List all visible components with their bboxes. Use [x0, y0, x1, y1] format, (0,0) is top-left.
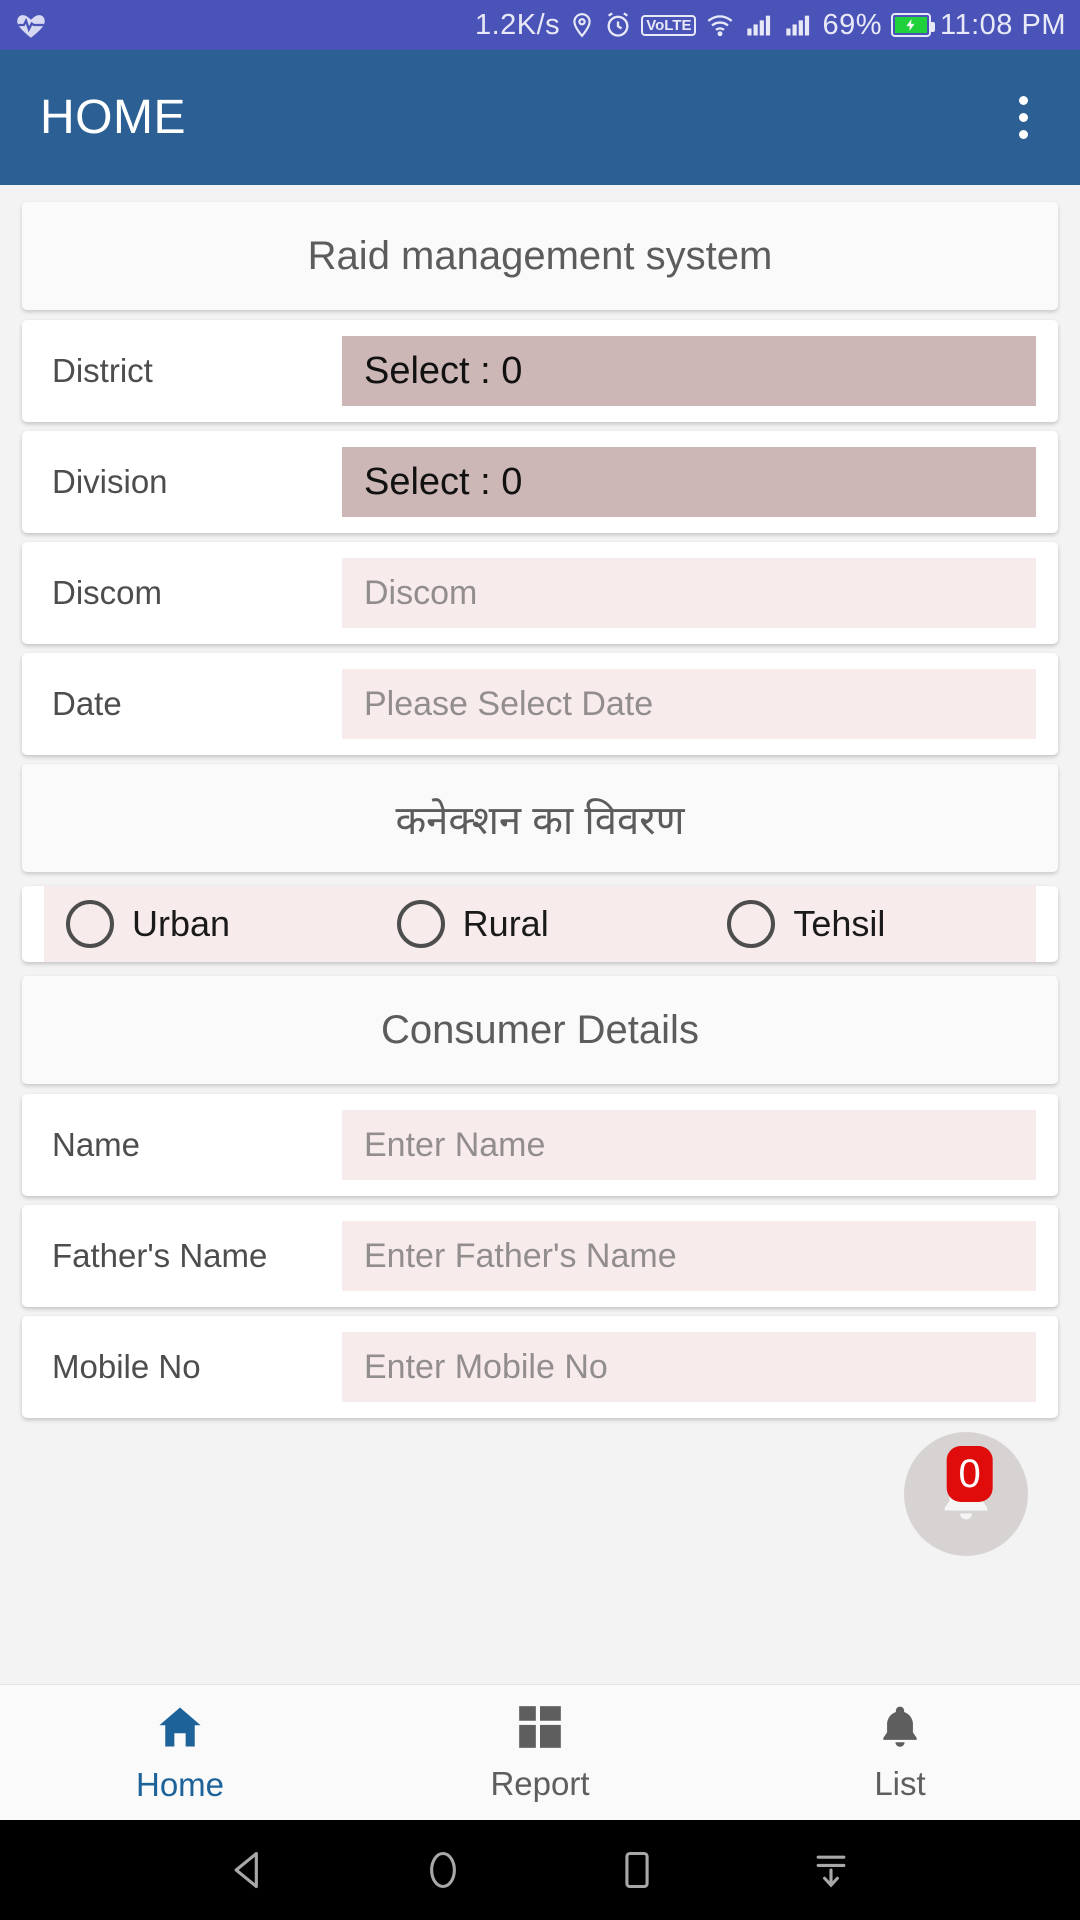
network-speed: 1.2K/s — [474, 8, 561, 41]
floating-notification-button[interactable]: 0 — [904, 1432, 1028, 1556]
app-heading-card: Raid management system — [22, 202, 1058, 310]
home-circle-icon[interactable] — [421, 1848, 465, 1892]
field-row-district[interactable]: District Select : 0 — [22, 320, 1058, 422]
district-select[interactable]: Select : 0 — [342, 336, 1036, 406]
nav-label: Report — [490, 1765, 590, 1802]
nav-item-list[interactable]: List — [720, 1702, 1080, 1803]
field-value: Select : 0 — [364, 349, 523, 392]
form-scroll-area[interactable]: Raid management system District Select :… — [0, 185, 1080, 1684]
radio-label: Tehsil — [793, 903, 886, 944]
notification-badge: 0 — [946, 1446, 993, 1502]
field-label: Division — [52, 463, 168, 500]
signal-bars-icon — [783, 11, 813, 39]
heart-rate-icon — [14, 8, 48, 42]
connection-section-title: कनेक्शन का विवरण — [395, 798, 685, 843]
recents-square-icon[interactable] — [615, 1848, 659, 1892]
field-row-division[interactable]: Division Select : 0 — [22, 431, 1058, 533]
nav-label: List — [874, 1765, 926, 1802]
clock: 11:08 PM — [940, 8, 1066, 41]
fathers-name-input[interactable]: Enter Father's Name — [342, 1221, 1036, 1291]
phone-screen: 1.2K/s VoLTE 69% 11:08 PM HOME Raid mana… — [0, 0, 1080, 1920]
back-icon[interactable] — [227, 1848, 271, 1892]
app-heading: Raid management system — [307, 233, 773, 278]
android-system-nav — [0, 1820, 1080, 1920]
wifi-icon — [705, 11, 735, 39]
radio-option-tehsil[interactable]: Tehsil — [705, 900, 1036, 948]
bell-icon — [875, 1702, 925, 1757]
field-label: District — [52, 352, 153, 389]
radio-label: Urban — [132, 903, 231, 944]
field-value: Select : 0 — [364, 460, 523, 503]
signal-bars-icon — [744, 11, 774, 39]
field-placeholder: Enter Mobile No — [364, 1347, 608, 1386]
radio-circle-icon[interactable] — [727, 900, 776, 948]
nav-item-home[interactable]: Home — [0, 1701, 360, 1804]
field-row-date[interactable]: Date Please Select Date — [22, 653, 1058, 755]
connection-section-header: कनेक्शन का विवरण — [22, 764, 1058, 872]
location-pin-icon — [569, 9, 595, 41]
battery-percent: 69% — [822, 8, 883, 41]
name-input[interactable]: Enter Name — [342, 1110, 1036, 1180]
home-icon — [154, 1701, 206, 1758]
radio-circle-icon[interactable] — [396, 900, 445, 948]
app-bar: HOME — [0, 50, 1080, 185]
field-row-mobile-no[interactable]: Mobile No Enter Mobile No — [22, 1316, 1058, 1418]
overflow-menu-icon[interactable] — [1007, 86, 1040, 149]
field-row-fathers-name[interactable]: Father's Name Enter Father's Name — [22, 1205, 1058, 1307]
nav-item-report[interactable]: Report — [360, 1702, 720, 1803]
alarm-clock-icon — [604, 11, 632, 39]
field-placeholder: Enter Father's Name — [364, 1236, 677, 1275]
status-bar: 1.2K/s VoLTE 69% 11:08 PM — [0, 0, 1080, 50]
field-label: Father's Name — [52, 1237, 268, 1274]
consumer-section-title: Consumer Details — [381, 1007, 699, 1052]
radio-option-urban[interactable]: Urban — [44, 900, 375, 948]
field-placeholder: Please Select Date — [364, 684, 654, 723]
dashboard-icon — [515, 1702, 565, 1757]
discom-input[interactable]: Discom — [342, 558, 1036, 628]
page-title: HOME — [40, 91, 186, 144]
hide-keyboard-icon[interactable] — [809, 1848, 853, 1892]
field-label: Mobile No — [52, 1348, 201, 1385]
mobile-no-input[interactable]: Enter Mobile No — [342, 1332, 1036, 1402]
radio-option-rural[interactable]: Rural — [375, 900, 706, 948]
consumer-section-header: Consumer Details — [22, 976, 1058, 1084]
radio-label: Rural — [462, 903, 549, 944]
connection-type-radio-group[interactable]: Urban Rural Tehsil — [22, 886, 1058, 962]
status-bar-right: 1.2K/s VoLTE 69% 11:08 PM — [475, 9, 1066, 42]
field-label: Discom — [52, 574, 163, 611]
status-bar-left — [14, 8, 48, 42]
field-placeholder: Discom — [364, 573, 478, 612]
field-label: Name — [52, 1126, 141, 1163]
field-label: Date — [52, 685, 122, 722]
radio-circle-icon[interactable] — [66, 900, 114, 948]
date-picker-input[interactable]: Please Select Date — [342, 669, 1036, 739]
division-select[interactable]: Select : 0 — [342, 447, 1036, 517]
bottom-navigation: Home Report List — [0, 1684, 1080, 1820]
battery-icon — [891, 13, 936, 37]
nav-label: Home — [135, 1766, 225, 1803]
field-row-discom[interactable]: Discom Discom — [22, 542, 1058, 644]
field-placeholder: Enter Name — [364, 1125, 546, 1164]
field-row-name[interactable]: Name Enter Name — [22, 1094, 1058, 1196]
volte-icon: VoLTE — [641, 14, 697, 36]
